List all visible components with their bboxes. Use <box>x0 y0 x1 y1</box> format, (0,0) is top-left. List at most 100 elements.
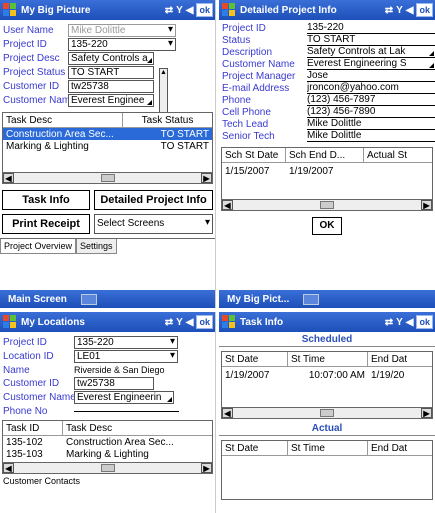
scroll-right-icon[interactable]: ▶ <box>421 408 432 418</box>
main-screen-menu[interactable]: Main Screen <box>8 294 67 305</box>
volume-icon[interactable]: ◀ <box>406 317 414 328</box>
keyboard-icon[interactable] <box>80 293 97 305</box>
connectivity-icon[interactable]: ⇄ <box>165 5 173 16</box>
col-st-time[interactable]: St Time <box>288 440 368 456</box>
print-receipt-button[interactable]: Print Receipt <box>2 214 90 234</box>
scroll-thumb[interactable] <box>320 201 334 209</box>
scroll-right-icon[interactable]: ▶ <box>201 463 212 473</box>
screen-my-locations: My Locations ⇄ Y ◀ ok Project ID 135-220 … <box>0 312 216 513</box>
col-task-desc[interactable]: Task Desc <box>3 112 123 128</box>
col-task-desc[interactable]: Task Desc <box>63 421 212 436</box>
signal-icon[interactable]: Y <box>396 317 403 328</box>
actual-grid[interactable]: St Date St Time End Dat <box>221 440 433 500</box>
location-id-dropdown[interactable]: LE01 <box>74 350 178 363</box>
col-end-date[interactable]: End Dat <box>368 441 432 456</box>
horizontal-scrollbar[interactable]: ◀ ▶ <box>222 407 432 418</box>
volume-icon[interactable]: ◀ <box>186 317 194 328</box>
customer-name-field[interactable]: Everest Enginee <box>68 94 154 107</box>
menu-bar: Main Screen <box>0 290 215 308</box>
horizontal-scrollbar[interactable]: ◀ ▶ <box>222 199 432 210</box>
senior-tech-value: Mike Dolittle <box>307 130 435 142</box>
connectivity-icon[interactable]: ⇄ <box>165 317 173 328</box>
cell-task-desc: Marking & Lighting <box>6 140 89 152</box>
horizontal-scrollbar[interactable]: ◀ ▶ <box>3 172 212 183</box>
customer-id-row: Customer ID tw25738 <box>0 80 215 93</box>
task-info-button[interactable]: Task Info <box>2 190 90 210</box>
tab-settings[interactable]: Settings <box>76 239 117 254</box>
windows-start-icon[interactable] <box>2 314 18 330</box>
scroll-thumb[interactable] <box>320 409 334 417</box>
tab-strip: Project Overview Settings <box>0 238 215 254</box>
project-id-dropdown[interactable]: 135-220 <box>74 336 178 349</box>
ok-button[interactable]: ok <box>416 315 433 329</box>
scroll-thumb[interactable] <box>100 174 115 182</box>
col-sch-end-date[interactable]: Sch End D... <box>286 147 364 163</box>
tab-project-overview[interactable]: Project Overview <box>0 239 77 254</box>
connectivity-icon[interactable]: ⇄ <box>385 317 393 328</box>
user-name-label: User Name <box>3 25 54 36</box>
windows-start-icon[interactable] <box>221 314 237 330</box>
signal-icon[interactable]: Y <box>176 317 183 328</box>
customer-name-field[interactable]: Everest Engineerin <box>74 391 174 404</box>
col-st-date[interactable]: St Date <box>222 351 288 367</box>
ok-dialog-button[interactable]: OK <box>312 217 342 235</box>
senior-tech-label: Senior Tech <box>222 130 275 142</box>
windows-start-icon[interactable] <box>221 2 237 18</box>
signal-icon[interactable]: Y <box>176 5 183 16</box>
table-row[interactable]: 1/15/2007 1/19/2007 <box>222 165 432 177</box>
project-id-dropdown[interactable]: 135-220 <box>68 38 176 51</box>
cell-task-status: TO START <box>160 128 209 140</box>
project-id-value: 135-220 <box>307 22 435 34</box>
ok-button[interactable]: ok <box>416 3 433 17</box>
description-value[interactable]: Safety Controls at Lak <box>307 46 435 58</box>
volume-icon[interactable]: ◀ <box>186 5 194 16</box>
phone-value: (123) 456-7897 <box>307 94 435 106</box>
keyboard-icon[interactable] <box>303 293 320 305</box>
col-actual-st[interactable]: Actual St <box>364 148 432 163</box>
customer-name-value[interactable]: Everest Engineering S <box>307 58 435 70</box>
col-st-date[interactable]: St Date <box>222 440 288 456</box>
horizontal-scrollbar[interactable]: ◀ ▶ <box>3 462 212 473</box>
col-task-status[interactable]: Task Status <box>123 113 212 128</box>
table-row[interactable]: 135-102 Construction Area Sec... <box>3 436 212 448</box>
volume-icon[interactable]: ◀ <box>406 5 414 16</box>
ok-button[interactable]: ok <box>196 3 213 17</box>
table-row[interactable]: 135-103 Marking & Lighting <box>3 448 212 460</box>
col-end-date[interactable]: End Dat <box>368 352 432 367</box>
customer-id-label: Customer ID <box>3 81 60 92</box>
table-row[interactable]: Construction Area Sec... TO START <box>3 128 212 140</box>
scroll-right-icon[interactable]: ▶ <box>201 173 212 183</box>
scheduled-grid[interactable]: St Date St Time End Dat 1/19/2007 10:07:… <box>221 351 433 419</box>
scroll-up-icon[interactable]: ▲ <box>160 69 167 76</box>
my-big-picture-menu[interactable]: My Big Pict... <box>227 294 289 305</box>
table-row[interactable]: Marking & Lighting TO START <box>3 140 212 152</box>
connectivity-icon[interactable]: ⇄ <box>385 5 393 16</box>
select-screens-dropdown[interactable]: Select Screens <box>94 214 213 234</box>
location-task-grid[interactable]: Task ID Task Desc 135-102 Construction A… <box>2 420 213 474</box>
windows-start-icon[interactable] <box>2 2 18 18</box>
project-status-row: Project Status TO START <box>0 66 215 79</box>
status-icons: ⇄ Y ◀ ok <box>165 3 215 17</box>
customer-id-field[interactable]: tw25738 <box>74 377 154 390</box>
scroll-left-icon[interactable]: ◀ <box>3 173 14 183</box>
table-row[interactable]: 1/19/2007 10:07:00 AM 1/19/20 <box>222 369 432 381</box>
col-st-time[interactable]: St Time <box>288 351 368 367</box>
scroll-left-icon[interactable]: ◀ <box>222 200 233 210</box>
ok-button[interactable]: ok <box>196 315 213 329</box>
signal-icon[interactable]: Y <box>396 5 403 16</box>
project-status-field[interactable]: TO START <box>68 66 154 79</box>
customer-id-field[interactable]: tw25738 <box>68 80 154 93</box>
cell-phone-label: Cell Phone <box>222 106 271 118</box>
detailed-project-info-button[interactable]: Detailed Project Info <box>94 190 213 210</box>
project-desc-field[interactable]: Safety Controls a <box>68 52 154 65</box>
screen-task-info: Task Info ⇄ Y ◀ ok Scheduled St Date St … <box>219 312 435 513</box>
scroll-right-icon[interactable]: ▶ <box>421 200 432 210</box>
scroll-left-icon[interactable]: ◀ <box>3 463 14 473</box>
col-task-id[interactable]: Task ID <box>3 420 63 436</box>
scroll-left-icon[interactable]: ◀ <box>222 408 233 418</box>
scroll-thumb[interactable] <box>100 464 115 472</box>
schedule-grid[interactable]: Sch St Date Sch End D... Actual St 1/15/… <box>221 147 433 211</box>
col-sch-st-date[interactable]: Sch St Date <box>222 147 286 163</box>
window-title: Detailed Project Info <box>240 4 337 16</box>
task-grid[interactable]: Task Desc Task Status Construction Area … <box>2 112 213 184</box>
